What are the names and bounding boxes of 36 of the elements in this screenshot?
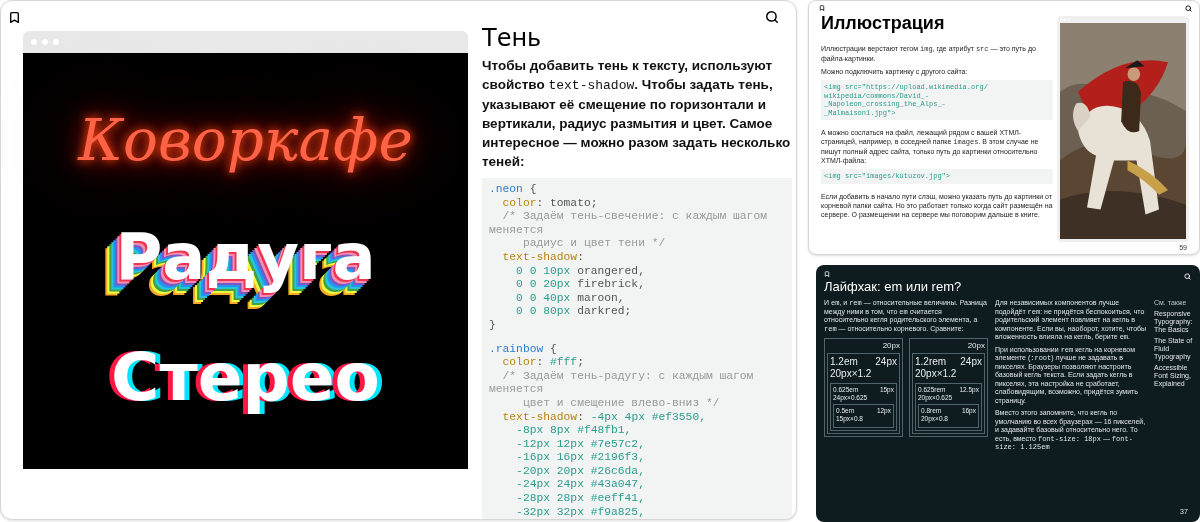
root-size-label: 20px — [967, 341, 985, 351]
code-line: -20px 20px #26c6da, — [515, 464, 645, 479]
code-line: -24px 24px #43a047, — [515, 478, 645, 493]
code-line: меняется — [489, 223, 544, 238]
root-size-label: 20px — [882, 341, 900, 351]
pixel-label: 24px — [960, 356, 982, 368]
unit-label: 1.2rem — [915, 356, 947, 368]
code-line: радиус и цвет тени */ — [521, 237, 666, 251]
page-title: Тень — [482, 23, 543, 53]
code-line: } — [489, 318, 496, 333]
pixel-label: 24px — [875, 356, 897, 368]
code-line: color: #fff; — [501, 356, 584, 370]
code-line: -12px 12px #7e57c2, — [515, 437, 645, 452]
code-line: 0 0 40px maroon, — [515, 291, 625, 306]
code-line: -16px 16px #2196f3, — [515, 451, 645, 465]
formula-label: 20px×1.2 — [915, 368, 958, 380]
code-line: 0 0 20px firebrick, — [515, 278, 645, 292]
code-line: 0 0 10px orangered, — [515, 264, 645, 279]
unit-label: 1.2em — [830, 356, 858, 368]
page-title: Иллюстрация — [821, 12, 946, 34]
code-line: .neon { — [489, 183, 537, 197]
paragraph: Чтобы добавить тень к тексту, используют свойство text-shadow. Чтобы задать тень, указывают её смещение по горизонтали и вертикали, радиус размытия и цвет. Самое интересное — можно разом задать несколько теней: — [482, 57, 792, 171]
code-line: color: tomato; — [501, 196, 598, 211]
code-line: text-shadow: -4px 4px #ef3550, — [501, 410, 706, 425]
formula-label: 20px×1.2 — [830, 368, 873, 380]
code-line: /* Задаём тень-радугу: с каждым шагом — [501, 369, 754, 384]
code-line: меняется — [489, 383, 544, 397]
code-line: -8px 8px #f48fb1, — [515, 424, 632, 438]
code-line: text-shadow: — [501, 250, 584, 265]
page-title: Лайфхак: em или rem? — [824, 279, 963, 295]
code-line: -32px 32px #f9a825, — [515, 505, 645, 519]
code-line: .rainbow { — [489, 342, 557, 357]
code-line: -28px 28px #eeff41, — [515, 492, 645, 506]
code-line: /* Задаём тень-свечение: с каждым шагом — [501, 210, 767, 224]
code-line: цвет и смещение влево-вниз */ — [521, 396, 720, 411]
code-line: 0 0 80px darkred; — [515, 305, 632, 319]
